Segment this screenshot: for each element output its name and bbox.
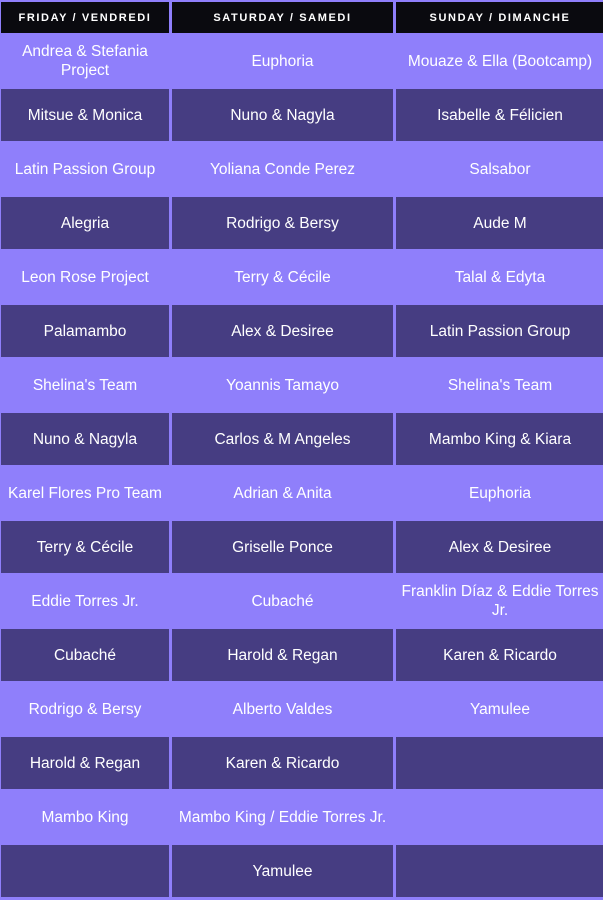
cell-sunday-row-2: Isabelle & Félicien bbox=[396, 89, 603, 141]
cell-sunday-row-3: Salsabor bbox=[396, 143, 603, 195]
cell-friday-row-6: Palamambo bbox=[1, 305, 169, 357]
cell-friday-row-4: Alegria bbox=[1, 197, 169, 249]
cell-sunday-row-13: Yamulee bbox=[396, 683, 603, 735]
cell-friday-row-2: Mitsue & Monica bbox=[1, 89, 169, 141]
cell-friday-row-1: Andrea & Stefania Project bbox=[1, 35, 169, 87]
cell-saturday-row-15: Mambo King / Eddie Torres Jr. bbox=[172, 791, 393, 843]
cell-sunday-row-12: Karen & Ricardo bbox=[396, 629, 603, 681]
cell-saturday-row-9: Adrian & Anita bbox=[172, 467, 393, 519]
cell-friday-row-3: Latin Passion Group bbox=[1, 143, 169, 195]
cell-friday-row-13: Rodrigo & Bersy bbox=[1, 683, 169, 735]
schedule-table: FRIDAY / VENDREDI SATURDAY / SAMEDI SUND… bbox=[0, 0, 603, 900]
cell-sunday-row-7: Shelina's Team bbox=[396, 359, 603, 411]
cell-saturday-row-14: Karen & Ricardo bbox=[172, 737, 393, 789]
cell-saturday-row-2: Nuno & Nagyla bbox=[172, 89, 393, 141]
cell-friday-row-10: Terry & Cécile bbox=[1, 521, 169, 573]
cell-friday-row-8: Nuno & Nagyla bbox=[1, 413, 169, 465]
cell-friday-row-5: Leon Rose Project bbox=[1, 251, 169, 303]
cell-saturday-row-5: Terry & Cécile bbox=[172, 251, 393, 303]
cell-sunday-row-14 bbox=[396, 737, 603, 789]
header-saturday: SATURDAY / SAMEDI bbox=[172, 2, 393, 33]
cell-saturday-row-8: Carlos & M Angeles bbox=[172, 413, 393, 465]
cell-saturday-row-12: Harold & Regan bbox=[172, 629, 393, 681]
cell-sunday-row-16 bbox=[396, 845, 603, 897]
cell-saturday-row-4: Rodrigo & Bersy bbox=[172, 197, 393, 249]
cell-sunday-row-6: Latin Passion Group bbox=[396, 305, 603, 357]
cell-sunday-row-1: Mouaze & Ella (Bootcamp) bbox=[396, 35, 603, 87]
cell-sunday-row-15 bbox=[396, 791, 603, 843]
cell-sunday-row-8: Mambo King & Kiara bbox=[396, 413, 603, 465]
cell-sunday-row-5: Talal & Edyta bbox=[396, 251, 603, 303]
cell-sunday-row-4: Aude M bbox=[396, 197, 603, 249]
header-sunday: SUNDAY / DIMANCHE bbox=[396, 2, 603, 33]
cell-saturday-row-3: Yoliana Conde Perez bbox=[172, 143, 393, 195]
cell-friday-row-14: Harold & Regan bbox=[1, 737, 169, 789]
cell-saturday-row-13: Alberto Valdes bbox=[172, 683, 393, 735]
cell-friday-row-15: Mambo King bbox=[1, 791, 169, 843]
cell-friday-row-16 bbox=[1, 845, 169, 897]
cell-sunday-row-9: Euphoria bbox=[396, 467, 603, 519]
cell-friday-row-11: Eddie Torres Jr. bbox=[1, 575, 169, 627]
cell-saturday-row-16: Yamulee bbox=[172, 845, 393, 897]
cell-saturday-row-7: Yoannis Tamayo bbox=[172, 359, 393, 411]
cell-sunday-row-10: Alex & Desiree bbox=[396, 521, 603, 573]
header-friday: FRIDAY / VENDREDI bbox=[1, 2, 169, 33]
cell-saturday-row-6: Alex & Desiree bbox=[172, 305, 393, 357]
cell-sunday-row-11: Franklin Díaz & Eddie Torres Jr. bbox=[396, 575, 603, 627]
cell-friday-row-12: Cubaché bbox=[1, 629, 169, 681]
cell-friday-row-7: Shelina's Team bbox=[1, 359, 169, 411]
cell-saturday-row-1: Euphoria bbox=[172, 35, 393, 87]
cell-saturday-row-11: Cubaché bbox=[172, 575, 393, 627]
cell-friday-row-9: Karel Flores Pro Team bbox=[1, 467, 169, 519]
cell-saturday-row-10: Griselle Ponce bbox=[172, 521, 393, 573]
